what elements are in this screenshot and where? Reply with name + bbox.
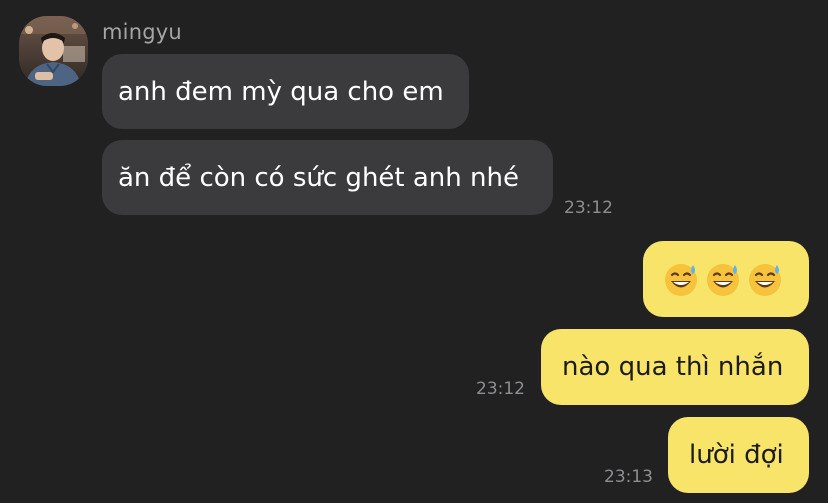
message-timestamp: 23:12 [476,379,525,399]
incoming-message-bubble[interactable]: ăn để còn có sức ghét anh nhé [102,140,553,215]
sender-name: mingyu [102,20,182,44]
message-timestamp: 23:13 [604,467,653,487]
outgoing-message-bubble[interactable]: nào qua thì nhắn [541,329,809,405]
incoming-message-bubble[interactable]: anh đem mỳ qua cho em [102,54,469,129]
outgoing-message-bubble[interactable]: lười đợi [668,417,809,493]
avatar-photo [19,16,88,86]
outgoing-emoji-bubble[interactable] [643,241,809,317]
grinning-sweat-emoji-icon [707,264,739,296]
avatar[interactable] [19,16,88,86]
message-text: lười đợi [689,440,784,470]
chat-screen: mingyu anh đem mỳ qua cho em ăn để còn c… [0,0,828,503]
grinning-sweat-emoji-icon [665,264,697,296]
message-timestamp: 23:12 [564,198,613,218]
message-text: ăn để còn có sức ghét anh nhé [118,162,519,193]
message-text: nào qua thì nhắn [562,352,784,382]
message-text: anh đem mỳ qua cho em [118,76,444,107]
emoji-group [662,260,784,298]
grinning-sweat-emoji-icon [749,264,781,296]
